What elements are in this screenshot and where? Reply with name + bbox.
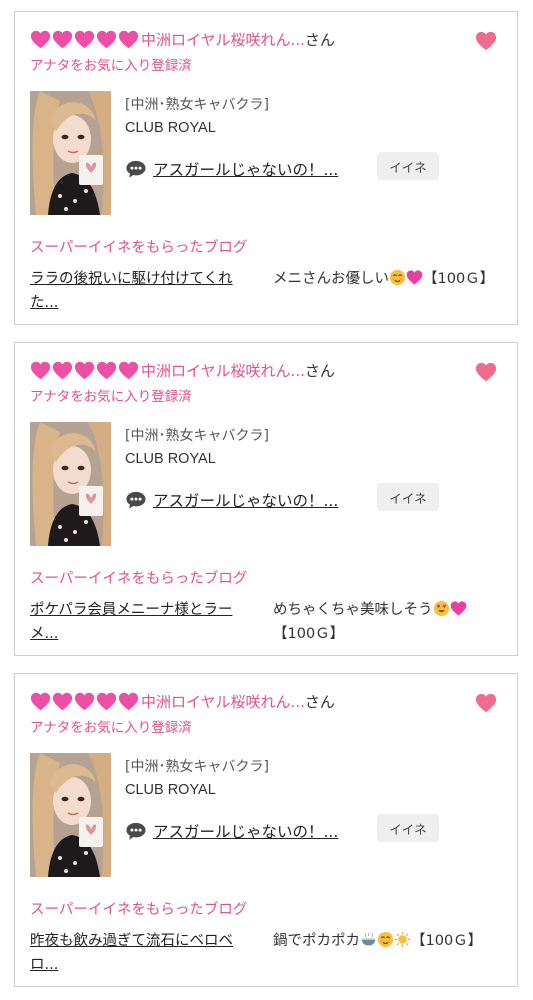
super-iine-label: スーパーイイネをもらったブログ <box>30 240 248 256</box>
favorite-heart-icon[interactable] <box>475 30 497 52</box>
rank-heart-icon <box>96 360 117 381</box>
rank-heart-icon <box>30 360 51 381</box>
rank-hearts <box>30 691 139 712</box>
latest-blog-link[interactable]: アスガールじゃないの！... <box>153 489 338 511</box>
super-iine-amount: 【100Ｇ】 <box>273 626 345 642</box>
super-iine-comment-text: メニさんお優しい <box>273 271 389 287</box>
super-iine-blog-link[interactable]: ポケパラ会員メニーナ様とラーメ... <box>30 598 256 646</box>
rank-heart-icon <box>52 691 73 712</box>
relieved-emoji <box>389 269 406 286</box>
favorite-heart-icon[interactable] <box>475 361 497 383</box>
latest-blog-row: アスガールじゃないの！... <box>125 820 338 842</box>
super-iine-label: スーパーイイネをもらったブログ <box>30 571 248 587</box>
cast-name-link[interactable]: 中洲ロイヤル桜咲れん... <box>141 360 305 381</box>
super-iine-amount: 【100Ｇ】 <box>411 933 483 949</box>
rank-hearts <box>30 29 139 50</box>
rank-heart-icon <box>52 360 73 381</box>
favorite-heart-icon[interactable] <box>475 692 497 714</box>
super-iine-comment-text: めちゃくちゃ美味しそう <box>273 602 433 618</box>
super-iine-comment: めちゃくちゃ美味しそう【100Ｇ】 <box>273 598 508 646</box>
favorite-registered-status: アナタをお気に入り登録済 <box>30 389 192 405</box>
shop-category: [中洲･熟女キャバクラ] <box>125 428 269 444</box>
favorite-registered-status: アナタをお気に入り登録済 <box>30 720 192 736</box>
cast-name-link[interactable]: 中洲ロイヤル桜咲れん... <box>141 691 305 712</box>
favorite-registered-status: アナタをお気に入り登録済 <box>30 58 192 74</box>
club-name: CLUB ROYAL <box>125 782 216 798</box>
hot-bowl-emoji <box>360 931 377 948</box>
rank-heart-icon <box>74 29 95 50</box>
club-name: CLUB ROYAL <box>125 451 216 467</box>
cast-photo-image <box>30 422 111 546</box>
cast-name-link[interactable]: 中洲ロイヤル桜咲れん... <box>141 29 305 50</box>
latest-blog-link[interactable]: アスガールじゃないの！... <box>153 820 338 842</box>
card-title-row: 中洲ロイヤル桜咲れん... さん <box>30 357 457 383</box>
chat-bubble-icon <box>125 821 147 841</box>
cast-photo[interactable] <box>30 753 111 877</box>
card-title-row: 中洲ロイヤル桜咲れん... さん <box>30 26 457 52</box>
rank-heart-icon <box>96 691 117 712</box>
super-iine-comment: メニさんお優しい 【100Ｇ】 <box>273 267 508 291</box>
cast-photo-image <box>30 753 111 877</box>
iine-button[interactable]: イイネ <box>377 483 439 511</box>
super-iine-comment: 鍋でポカポカ 【100Ｇ】 <box>273 929 508 953</box>
pink-heart-emoji <box>450 600 467 617</box>
rank-heart-icon <box>30 29 51 50</box>
rank-heart-icon <box>118 360 139 381</box>
super-iine-blog-link[interactable]: 昨夜も飲み過ぎて流石にベロベロ... <box>30 929 256 977</box>
favorite-card: 中洲ロイヤル桜咲れん... さんアナタをお気に入り登録済 [中洲･熟女キャバクラ] C… <box>14 11 518 325</box>
honorific-label: さん <box>304 692 335 711</box>
super-iine-label: スーパーイイネをもらったブログ <box>30 902 248 918</box>
chat-bubble-icon <box>125 159 147 179</box>
shop-category: [中洲･熟女キャバクラ] <box>125 97 269 113</box>
latest-blog-row: アスガールじゃないの！... <box>125 158 338 180</box>
cast-photo-image <box>30 91 111 215</box>
honorific-label: さん <box>304 30 335 49</box>
favorite-card: 中洲ロイヤル桜咲れん... さんアナタをお気に入り登録済 [中洲･熟女キャバクラ] C… <box>14 673 518 987</box>
super-iine-comment-text: 鍋でポカポカ <box>273 933 360 949</box>
rank-heart-icon <box>30 691 51 712</box>
chat-bubble-icon <box>125 490 147 510</box>
rank-heart-icon <box>74 691 95 712</box>
pink-heart-emoji <box>406 269 423 286</box>
club-name: CLUB ROYAL <box>125 120 216 136</box>
rank-heart-icon <box>118 691 139 712</box>
rank-heart-icon <box>118 29 139 50</box>
iine-button[interactable]: イイネ <box>377 152 439 180</box>
card-title-row: 中洲ロイヤル桜咲れん... さん <box>30 688 457 714</box>
latest-blog-link[interactable]: アスガールじゃないの！... <box>153 158 338 180</box>
rank-heart-icon <box>74 360 95 381</box>
favorite-card: 中洲ロイヤル桜咲れん... さんアナタをお気に入り登録済 [中洲･熟女キャバクラ] C… <box>14 342 518 656</box>
rank-heart-icon <box>96 29 117 50</box>
latest-blog-row: アスガールじゃないの！... <box>125 489 338 511</box>
super-iine-amount: 【100Ｇ】 <box>423 271 495 287</box>
honorific-label: さん <box>304 361 335 380</box>
super-iine-blog-link[interactable]: ララの後祝いに駆け付けてくれた... <box>30 267 256 315</box>
cast-photo[interactable] <box>30 91 111 215</box>
rank-hearts <box>30 360 139 381</box>
rank-heart-icon <box>52 29 73 50</box>
heart-eyes-emoji <box>433 600 450 617</box>
iine-button[interactable]: イイネ <box>377 814 439 842</box>
shop-category: [中洲･熟女キャバクラ] <box>125 759 269 775</box>
relieved-emoji <box>377 931 394 948</box>
sun-emoji <box>394 931 411 948</box>
cast-photo[interactable] <box>30 422 111 546</box>
